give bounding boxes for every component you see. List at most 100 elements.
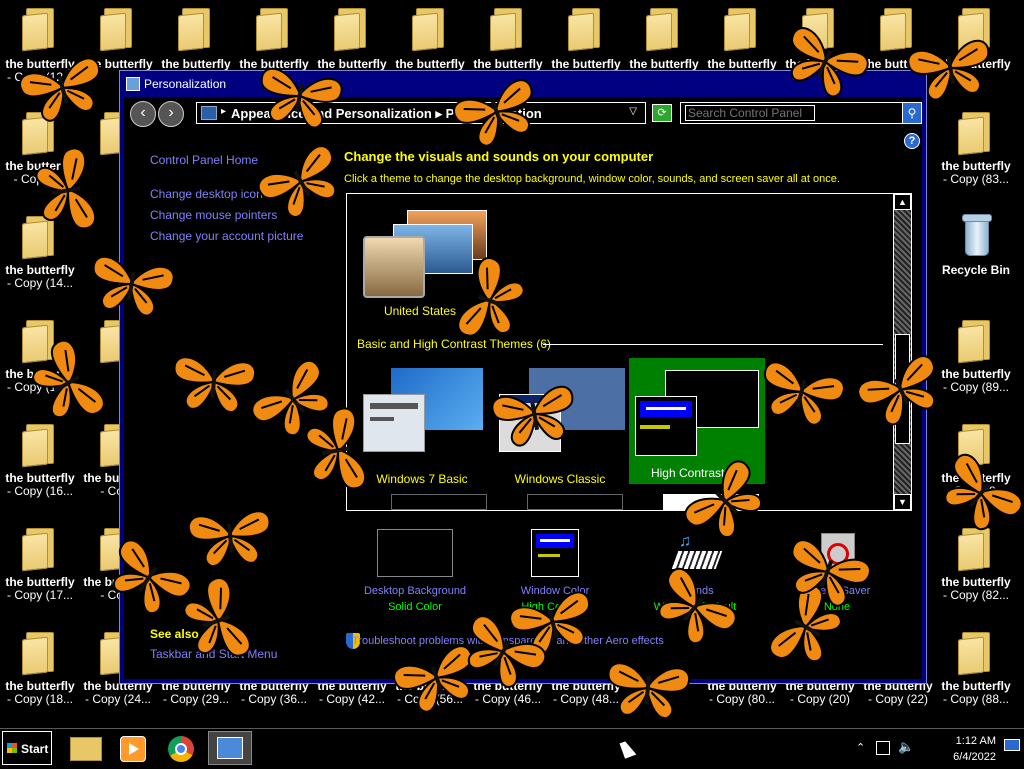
folder-icon — [22, 320, 56, 364]
see-also-heading: See also — [150, 627, 199, 641]
window-preview — [363, 394, 425, 452]
troubleshoot-link[interactable]: Troubleshoot problems with transparency … — [352, 635, 664, 647]
window-preview — [499, 394, 561, 452]
taskbar-explorer-button[interactable] — [64, 731, 108, 765]
desktop-icon-folder[interactable]: the butterfly - Copy (12... — [0, 0, 80, 100]
window-content: ‹ › ▸ Appearance and Personalization ▸ P… — [124, 97, 922, 679]
folder-icon — [22, 8, 56, 52]
search-box[interactable] — [680, 102, 906, 124]
folder-icon — [100, 8, 134, 52]
theme-list-scrollbar[interactable]: ▲ ▼ — [893, 194, 911, 510]
mouse-cursor-icon — [619, 739, 637, 759]
volume-icon[interactable]: 🔈 — [898, 739, 914, 755]
recycle-bin-icon — [962, 214, 992, 258]
desktop-icon-recycle-bin[interactable]: Recycle Bin — [936, 208, 1016, 308]
search-input[interactable] — [685, 105, 815, 121]
taskbar: Start ⌃ 🔈 1:12 AM 6/4/2022 — [0, 728, 1024, 768]
screen-saver-icon — [813, 529, 861, 577]
folder-icon — [22, 216, 56, 260]
taskbar-chrome-button[interactable] — [160, 731, 204, 765]
desktop: the butterfly - Copy (12... the butterfly… — [0, 0, 1024, 728]
personalization-window: Personalization ‹ › ▸ Appearance and Per… — [119, 70, 927, 684]
desktop-icon-folder[interactable]: the butterfly - Copy (18... — [0, 624, 80, 724]
group-heading: Basic and High Contrast Themes (6) — [357, 337, 551, 351]
desktop-background-thumbnail — [377, 529, 453, 577]
network-icon[interactable] — [876, 741, 890, 755]
taskbar-start-menu-link[interactable]: Taskbar and Start Menu — [150, 647, 277, 661]
folder-icon — [958, 528, 992, 572]
breadcrumb-personalization[interactable]: Personalization — [446, 106, 542, 121]
address-bar[interactable]: ▸ Appearance and Personalization ▸ Perso… — [196, 102, 646, 124]
theme-thumbnail — [363, 236, 425, 298]
breadcrumb-appearance[interactable]: Appearance and Personalization — [231, 106, 432, 121]
media-player-icon — [120, 736, 146, 762]
action-center-icon[interactable] — [1004, 739, 1020, 751]
folder-icon — [568, 8, 602, 52]
folder-icon — [724, 8, 758, 52]
folder-icon — [412, 8, 446, 52]
folder-icon — [490, 8, 524, 52]
change-desktop-icons-link[interactable]: Change desktop icons — [150, 187, 269, 201]
desktop-icon-folder[interactable]: the butterfly - Copy (89... — [936, 312, 1016, 412]
window-title: Personalization — [144, 77, 227, 91]
scroll-up-button[interactable]: ▲ — [894, 194, 911, 210]
folder-icon — [334, 8, 368, 52]
desktop-icon-folder[interactable]: the butterfly — [936, 0, 1016, 100]
back-button[interactable]: ‹ — [130, 101, 156, 127]
address-dropdown-icon[interactable]: ▽ — [629, 106, 637, 117]
folder-icon — [70, 737, 102, 761]
theme-high-contrast-1[interactable]: High Contrast #1 — [629, 358, 765, 484]
folder-icon — [958, 632, 992, 676]
desktop-icon-folder[interactable]: the butterfly - Copy (8... — [936, 416, 1016, 516]
screen-saver-button[interactable]: Screen Saver None — [772, 529, 902, 613]
sounds-button[interactable]: ♫ Sounds Windows Default — [630, 529, 760, 613]
refresh-button[interactable]: ⟳ — [652, 104, 672, 122]
theme-list: United States Basic and High Contrast Th… — [346, 193, 912, 511]
taskbar-control-panel-button[interactable] — [208, 731, 252, 765]
control-panel-icon — [126, 77, 140, 91]
theme-windows-7-basic[interactable]: Windows 7 Basic — [357, 362, 487, 486]
folder-icon — [646, 8, 680, 52]
control-panel-icon — [217, 737, 243, 759]
control-panel-home-link[interactable]: Control Panel Home — [150, 153, 258, 167]
desktop-icon-folder[interactable]: the butterfly - Copy (15... — [0, 312, 80, 412]
window-color-button[interactable]: Window Color High Contrast — [490, 529, 620, 613]
scroll-thumb[interactable] — [895, 334, 910, 444]
scroll-down-button[interactable]: ▼ — [894, 494, 911, 510]
desktop-icon-folder[interactable]: the butterfly - Copy (82... — [936, 520, 1016, 620]
folder-icon — [22, 424, 56, 468]
forward-button[interactable]: › — [158, 101, 184, 127]
show-hidden-icons-button[interactable]: ⌃ — [856, 741, 865, 754]
change-account-picture-link[interactable]: Change your account picture — [150, 229, 303, 243]
folder-icon — [22, 528, 56, 572]
system-tray: ⌃ 🔈 1:12 AM 6/4/2022 — [850, 729, 1024, 769]
search-button[interactable]: ⚲ — [902, 102, 922, 124]
theme-united-states[interactable]: United States — [355, 200, 487, 320]
folder-icon — [958, 424, 992, 468]
change-mouse-pointers-link[interactable]: Change mouse pointers — [150, 208, 277, 222]
folder-icon — [958, 112, 992, 156]
help-icon[interactable]: ? — [904, 133, 920, 149]
desktop-icon-folder[interactable]: the butterfly - Copy (83... — [936, 104, 1016, 204]
desktop-icon-folder[interactable]: the butterfly - Copy (88... — [936, 624, 1016, 724]
desktop-icon-folder[interactable]: the butterfly - Copy (17... — [0, 520, 80, 620]
theme-windows-classic[interactable]: Windows Classic — [495, 362, 625, 486]
window-color-thumbnail — [531, 529, 579, 577]
desktop-icon-folder[interactable]: the butterfly - Copy (... — [0, 104, 80, 204]
address-chevron-icon[interactable]: ▸ — [221, 106, 226, 117]
desktop-icon-folder[interactable]: the butterfly - Copy (14... — [0, 208, 80, 308]
clock[interactable]: 1:12 AM 6/4/2022 — [940, 733, 996, 765]
control-panel-icon — [201, 106, 217, 120]
taskbar-media-player-button[interactable] — [112, 731, 156, 765]
desktop-icon-folder[interactable]: the butterfly - Copy (16... — [0, 416, 80, 516]
folder-icon — [958, 8, 992, 52]
start-button[interactable]: Start — [2, 731, 52, 765]
window-preview — [635, 396, 697, 456]
folder-icon — [22, 112, 56, 156]
folder-icon — [802, 8, 836, 52]
title-bar[interactable]: Personalization — [120, 71, 926, 97]
folder-icon — [880, 8, 914, 52]
page-subheading: Click a theme to change the desktop back… — [344, 173, 840, 185]
desktop-background-button[interactable]: Desktop Background Solid Color — [350, 529, 480, 613]
folder-icon — [22, 632, 56, 676]
